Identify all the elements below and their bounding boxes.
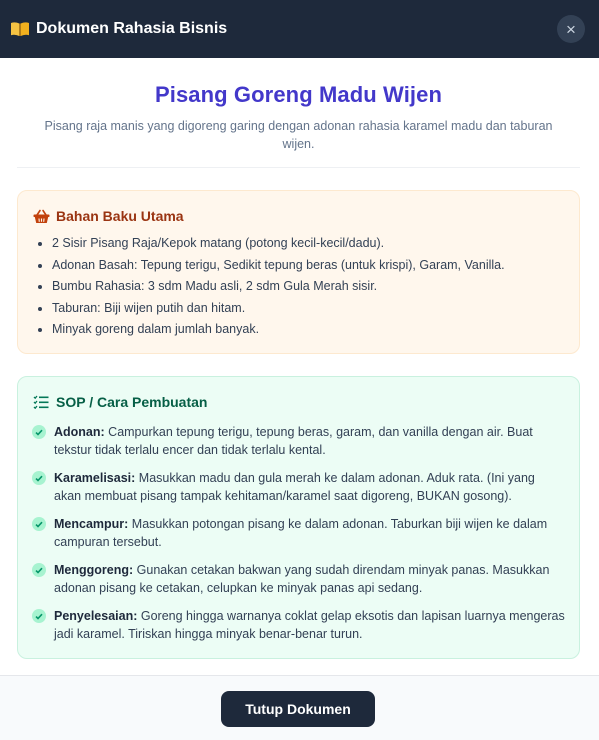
bahan-heading: Bahan Baku Utama bbox=[56, 208, 184, 224]
list-item: 2 Sisir Pisang Raja/Kepok matang (potong… bbox=[52, 236, 565, 251]
check-circle-icon bbox=[32, 471, 46, 485]
sop-step-text: Adonan: Campurkan tepung terigu, tepung … bbox=[54, 423, 565, 459]
sop-step-label: Mencampur: bbox=[54, 517, 129, 531]
check-circle-icon bbox=[32, 425, 46, 439]
sop-step-text: Penyelesaian: Goreng hingga warnanya cok… bbox=[54, 607, 565, 643]
sop-card: SOP / Cara Pembuatan Adonan: Campurkan t… bbox=[17, 376, 580, 659]
sop-step: Mencampur: Masukkan potongan pisang ke d… bbox=[32, 515, 565, 551]
bahan-card: Bahan Baku Utama 2 Sisir Pisang Raja/Kep… bbox=[17, 190, 580, 354]
check-circle-icon bbox=[32, 609, 46, 623]
sop-step-label: Adonan: bbox=[54, 425, 105, 439]
sop-step-label: Penyelesaian: bbox=[54, 609, 138, 623]
sop-step-text: Karamelisasi: Masukkan madu dan gula mer… bbox=[54, 469, 565, 505]
sop-heading: SOP / Cara Pembuatan bbox=[56, 394, 208, 410]
sop-step-text: Mencampur: Masukkan potongan pisang ke d… bbox=[54, 515, 565, 551]
sop-list: Adonan: Campurkan tepung terigu, tepung … bbox=[32, 423, 565, 643]
list-item: Taburan: Biji wijen putih dan hitam. bbox=[52, 301, 565, 316]
list-item: Minyak goreng dalam jumlah banyak. bbox=[52, 322, 565, 337]
divider bbox=[17, 167, 580, 168]
list-item: Adonan Basah: Tepung terigu, Sedikit tep… bbox=[52, 258, 565, 273]
sop-step-label: Menggoreng: bbox=[54, 563, 134, 577]
sop-step-text: Menggoreng: Gunakan cetakan bakwan yang … bbox=[54, 561, 565, 597]
bahan-heading-row: Bahan Baku Utama bbox=[32, 207, 565, 225]
sop-step-body: Campurkan tepung terigu, tepung beras, g… bbox=[54, 425, 533, 457]
check-circle-icon bbox=[32, 563, 46, 577]
close-document-button[interactable]: Tutup Dokumen bbox=[221, 691, 375, 727]
document-content: Pisang Goreng Madu Wijen Pisang raja man… bbox=[17, 58, 580, 659]
sop-step-body: Masukkan potongan pisang ke dalam adonan… bbox=[54, 517, 548, 549]
modal-header: Dokumen Rahasia Bisnis × bbox=[0, 0, 599, 58]
sop-step-label: Karamelisasi: bbox=[54, 471, 136, 485]
modal-footer: Tutup Dokumen bbox=[0, 675, 599, 740]
sop-heading-row: SOP / Cara Pembuatan bbox=[32, 393, 565, 411]
document-subtitle: Pisang raja manis yang digoreng garing d… bbox=[44, 119, 553, 151]
list-item: Bumbu Rahasia: 3 sdm Madu asli, 2 sdm Gu… bbox=[52, 279, 565, 294]
check-circle-icon bbox=[32, 517, 46, 531]
document-title: Pisang Goreng Madu Wijen bbox=[154, 82, 442, 107]
bahan-list: 2 Sisir Pisang Raja/Kepok matang (potong… bbox=[32, 236, 565, 337]
basket-icon bbox=[32, 207, 50, 225]
modal-title: Dokumen Rahasia Bisnis bbox=[36, 20, 228, 37]
sop-step: Karamelisasi: Masukkan madu dan gula mer… bbox=[32, 469, 565, 505]
close-icon: × bbox=[566, 19, 576, 39]
sop-step: Menggoreng: Gunakan cetakan bakwan yang … bbox=[32, 561, 565, 597]
sop-step: Adonan: Campurkan tepung terigu, tepung … bbox=[32, 423, 565, 459]
close-button[interactable]: × bbox=[557, 15, 585, 43]
open-book-icon bbox=[10, 19, 30, 39]
sop-step: Penyelesaian: Goreng hingga warnanya cok… bbox=[32, 607, 565, 643]
list-icon bbox=[32, 393, 50, 411]
